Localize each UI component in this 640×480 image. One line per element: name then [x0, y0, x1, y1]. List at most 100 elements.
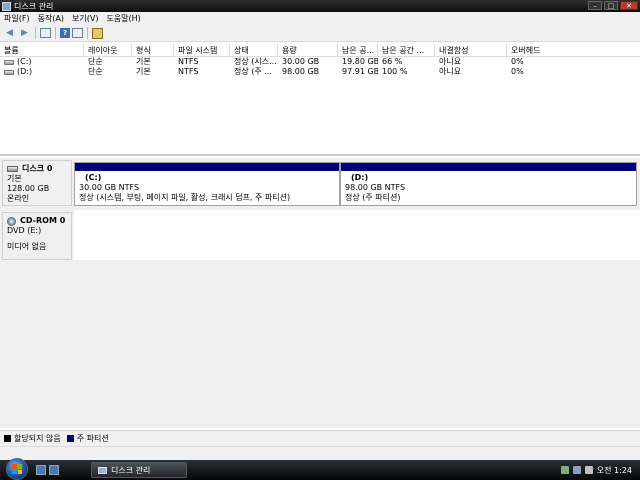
cell-free-space: 19.80 GB	[342, 57, 378, 66]
network-icon[interactable]	[572, 466, 581, 474]
partition-d-size: 98.00 GB NTFS	[345, 183, 406, 192]
clock[interactable]: 오전 1:24	[597, 465, 632, 476]
cell-type: 기본	[136, 57, 151, 66]
minimize-button[interactable]: –	[588, 1, 602, 10]
disk-0-label[interactable]: 디스크 0 기본 128.00 GB 온라인	[2, 160, 72, 206]
volume-name: (C:)	[17, 57, 32, 66]
table-row[interactable]: (C:) 단순 기본 NTFS 정상 (시스... 30.00 GB 19.80…	[0, 57, 640, 67]
column-header-overhead[interactable]: 오버헤드	[507, 44, 640, 56]
primary-partition-bar	[341, 163, 636, 171]
partition-c-size: 30.00 GB NTFS	[79, 183, 140, 192]
disk-0-name-line: 디스크 0	[7, 164, 67, 174]
column-header-volume[interactable]: 볼륨	[0, 44, 84, 56]
disk-management-icon	[98, 466, 107, 474]
cdrom-0-drive: DVD (E:)	[7, 226, 42, 235]
taskbar-item-label: 디스크 관리	[111, 465, 151, 475]
disk-0-name: 디스크 0	[22, 164, 53, 173]
windows-logo-icon	[12, 464, 22, 474]
title-bar: 디스크 관리 – □ ✕	[0, 0, 640, 12]
cd-rom-icon	[7, 216, 16, 226]
maximize-button[interactable]: □	[604, 1, 618, 10]
volume-list-header: 볼륨 레이아웃 형식 파일 시스템 상태 용량 남은 공... 남은 공간 ..…	[0, 44, 640, 57]
column-header-fault-tolerance[interactable]: 내결함성	[435, 44, 507, 56]
partition-c[interactable]: (C:) 30.00 GB NTFS 정상 (시스템, 부팅, 페이지 파일, …	[74, 162, 340, 206]
partition-d[interactable]: (D:) 98.00 GB NTFS 정상 (주 파티션)	[340, 162, 637, 206]
start-button[interactable]	[6, 458, 28, 480]
partition-d-status: 정상 (주 파티션)	[345, 193, 401, 202]
disk-0-status: 온라인	[7, 194, 30, 203]
taskbar-item-disk-management[interactable]: 디스크 관리	[91, 462, 187, 478]
cdrom-0-name: CD-ROM 0	[20, 216, 66, 225]
back-arrow-icon[interactable]: ◀	[3, 27, 16, 40]
switch-windows-icon[interactable]	[49, 465, 59, 475]
disk-graphical-view: 디스크 0 기본 128.00 GB 온라인 (C:) 30.00 GB NTF…	[0, 158, 640, 428]
column-header-layout[interactable]: 레이아웃	[84, 44, 132, 56]
cdrom-0-media-area[interactable]	[74, 210, 640, 260]
cell-percent-free: 66 %	[382, 57, 403, 66]
cell-fault-tolerance: 아니요	[439, 57, 462, 66]
console-tree-icon[interactable]	[40, 28, 51, 38]
toolbar-separator	[35, 27, 36, 39]
cell-percent-free: 100 %	[382, 67, 408, 76]
properties-icon[interactable]	[92, 27, 103, 39]
toolbar-separator	[55, 27, 56, 39]
show-desktop-icon[interactable]	[36, 465, 46, 475]
menu-action[interactable]: 동작(A)	[38, 13, 64, 24]
cell-filesystem: NTFS	[178, 67, 199, 76]
volume-name: (D:)	[17, 67, 33, 76]
menu-bar: 파일(F) 동작(A) 보기(V) 도움말(H)	[0, 12, 640, 25]
partition-c-status: 정상 (시스템, 부팅, 페이지 파일, 활성, 크래시 덤프, 주 파티션)	[79, 193, 291, 202]
quick-launch	[36, 465, 59, 475]
disk-0-row: 디스크 0 기본 128.00 GB 온라인 (C:) 30.00 GB NTF…	[0, 158, 640, 210]
cdrom-0-label[interactable]: CD-ROM 0 DVD (E:) 미디어 없음	[2, 212, 72, 260]
column-header-free-space[interactable]: 남은 공...	[338, 44, 378, 56]
window-title: 디스크 관리	[14, 1, 54, 11]
column-header-type[interactable]: 형식	[132, 44, 174, 56]
cell-free-space: 97.91 GB	[342, 67, 378, 76]
close-button[interactable]: ✕	[620, 1, 638, 10]
partition-d-name: (D:)	[351, 173, 369, 182]
table-row[interactable]: (D:) 단순 기본 NTFS 정상 (주 ... 98.00 GB 97.91…	[0, 67, 640, 77]
disk-0-type: 기본	[7, 174, 22, 183]
column-header-capacity[interactable]: 용량	[278, 44, 338, 56]
legend-primary: 주 파티션	[76, 434, 109, 443]
column-header-filesystem[interactable]: 파일 시스템	[174, 44, 230, 56]
toolbar-separator	[87, 27, 88, 39]
partition-c-name: (C:)	[85, 173, 102, 182]
cell-filesystem: NTFS	[178, 57, 199, 66]
help-icon[interactable]: ?	[60, 28, 70, 38]
primary-partition-swatch	[66, 435, 74, 442]
forward-arrow-icon[interactable]: ▶	[18, 27, 31, 40]
drive-icon	[4, 59, 14, 65]
cell-layout: 단순	[88, 67, 103, 76]
menu-view[interactable]: 보기(V)	[72, 13, 98, 24]
cell-capacity: 98.00 GB	[282, 67, 320, 76]
hard-disk-icon	[7, 166, 18, 172]
cell-volume: (D:)	[0, 67, 84, 77]
disk-0-size: 128.00 GB	[7, 184, 50, 193]
app-icon	[2, 1, 11, 11]
column-header-percent-free[interactable]: 남은 공간 ...	[378, 44, 435, 56]
menu-help[interactable]: 도움말(H)	[106, 13, 140, 24]
volume-icon[interactable]	[584, 466, 593, 474]
cell-fault-tolerance: 아니요	[439, 67, 462, 76]
partition-c-info: (C:) 30.00 GB NTFS 정상 (시스템, 부팅, 페이지 파일, …	[75, 171, 339, 203]
cell-status: 정상 (주 ...	[234, 67, 272, 76]
legend-unallocated: 할당되지 않음	[14, 434, 61, 443]
column-header-status[interactable]: 상태	[230, 44, 278, 56]
drive-icon	[4, 69, 14, 75]
toolbar: ◀ ▶ ?	[0, 25, 640, 42]
primary-partition-bar	[75, 163, 339, 171]
cell-type: 기본	[136, 67, 151, 76]
menu-file[interactable]: 파일(F)	[4, 13, 30, 24]
volume-list: 볼륨 레이아웃 형식 파일 시스템 상태 용량 남은 공... 남은 공간 ..…	[0, 44, 640, 156]
taskbar: 디스크 관리 오전 1:24	[0, 458, 640, 480]
window-view-icon[interactable]	[72, 28, 83, 38]
partition-d-info: (D:) 98.00 GB NTFS 정상 (주 파티션)	[341, 171, 636, 203]
cdrom-0-status: 미디어 없음	[7, 242, 47, 251]
legend: 할당되지 않음 주 파티션	[0, 430, 640, 446]
window-controls: – □ ✕	[588, 1, 638, 10]
cell-overhead: 0%	[511, 57, 524, 66]
security-icon[interactable]	[560, 466, 569, 474]
system-tray: 오전 1:24	[560, 460, 640, 480]
